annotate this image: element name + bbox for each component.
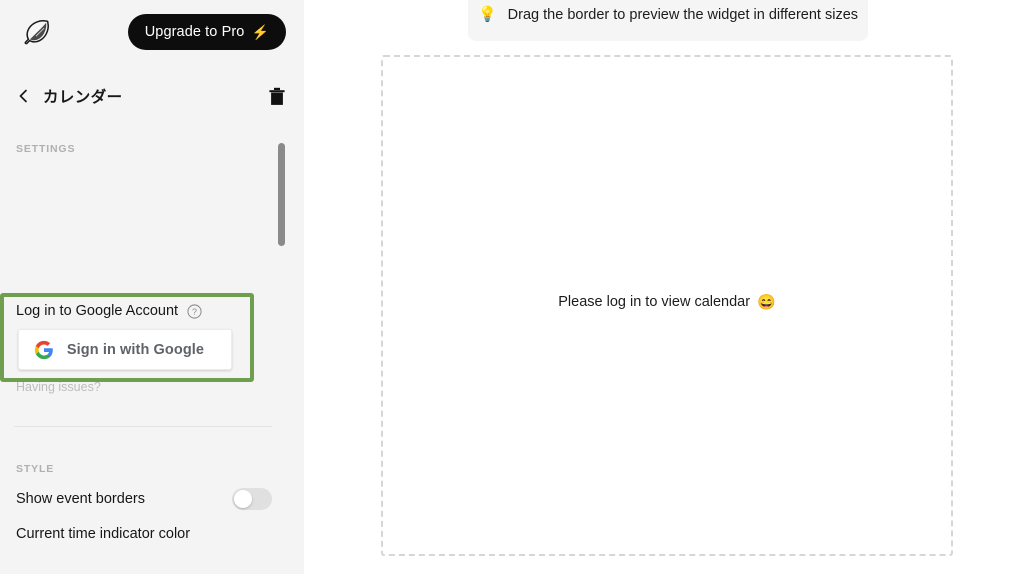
- preview-pane: 💡 Drag the border to preview the widget …: [304, 0, 1024, 574]
- show-event-borders-row: Show event borders: [16, 488, 272, 510]
- upgrade-to-pro-button[interactable]: Upgrade to Pro ⚡: [127, 14, 286, 50]
- grinning-face-emoji: 😄: [757, 293, 776, 311]
- page-title: カレンダー: [43, 89, 123, 106]
- toggle-knob: [234, 490, 252, 508]
- having-issues-link[interactable]: Having issues?: [16, 380, 101, 394]
- sign-in-with-google-button[interactable]: Sign in with Google: [18, 329, 232, 370]
- current-time-indicator-color-label: Current time indicator color: [16, 526, 191, 542]
- lightbulb-icon: 💡: [477, 6, 497, 23]
- drag-border-hint-text: Drag the border to preview the widget in…: [507, 6, 859, 23]
- lightning-bolt-icon: ⚡: [251, 24, 269, 40]
- settings-sidebar: Upgrade to Pro ⚡ カレンダー SETTINGS Log in t…: [0, 0, 304, 574]
- drag-border-hint-banner: 💡 Drag the border to preview the widget …: [468, 0, 868, 41]
- feather-quill-icon[interactable]: [16, 14, 56, 54]
- google-g-icon: [34, 340, 53, 359]
- widget-preview-frame[interactable]: Please log in to view calendar 😄: [381, 55, 953, 556]
- show-event-borders-toggle[interactable]: [232, 488, 272, 510]
- delete-widget-button[interactable]: [266, 85, 288, 107]
- sidebar-scrollbar-thumb[interactable]: [278, 143, 285, 246]
- preview-empty-state-text: Please log in to view calendar: [558, 293, 751, 310]
- question-mark-circle-icon[interactable]: ?: [187, 303, 202, 319]
- sidebar-scroll-content: SETTINGS Log in to Google Account ? Sign…: [0, 130, 304, 574]
- chevron-left-icon[interactable]: [16, 88, 30, 104]
- app-root: Upgrade to Pro ⚡ カレンダー SETTINGS Log in t…: [0, 0, 1024, 574]
- widget-header: カレンダー: [0, 78, 304, 114]
- google-login-label-row: Log in to Google Account ?: [16, 303, 202, 319]
- svg-text:?: ?: [192, 306, 197, 316]
- preview-empty-state: Please log in to view calendar 😄: [558, 293, 776, 311]
- sidebar-topbar: Upgrade to Pro ⚡: [0, 0, 304, 66]
- sign-in-with-google-label: Sign in with Google: [66, 341, 205, 358]
- current-time-indicator-color-row[interactable]: Current time indicator color: [16, 524, 272, 544]
- trash-icon: [269, 87, 285, 105]
- upgrade-to-pro-label: Upgrade to Pro: [144, 24, 245, 40]
- login-to-google-label: Log in to Google Account: [16, 303, 179, 319]
- show-event-borders-label: Show event borders: [16, 491, 145, 507]
- divider-settings-style: [14, 426, 272, 427]
- section-heading-settings: SETTINGS: [16, 143, 76, 155]
- section-heading-style: STYLE: [16, 463, 55, 475]
